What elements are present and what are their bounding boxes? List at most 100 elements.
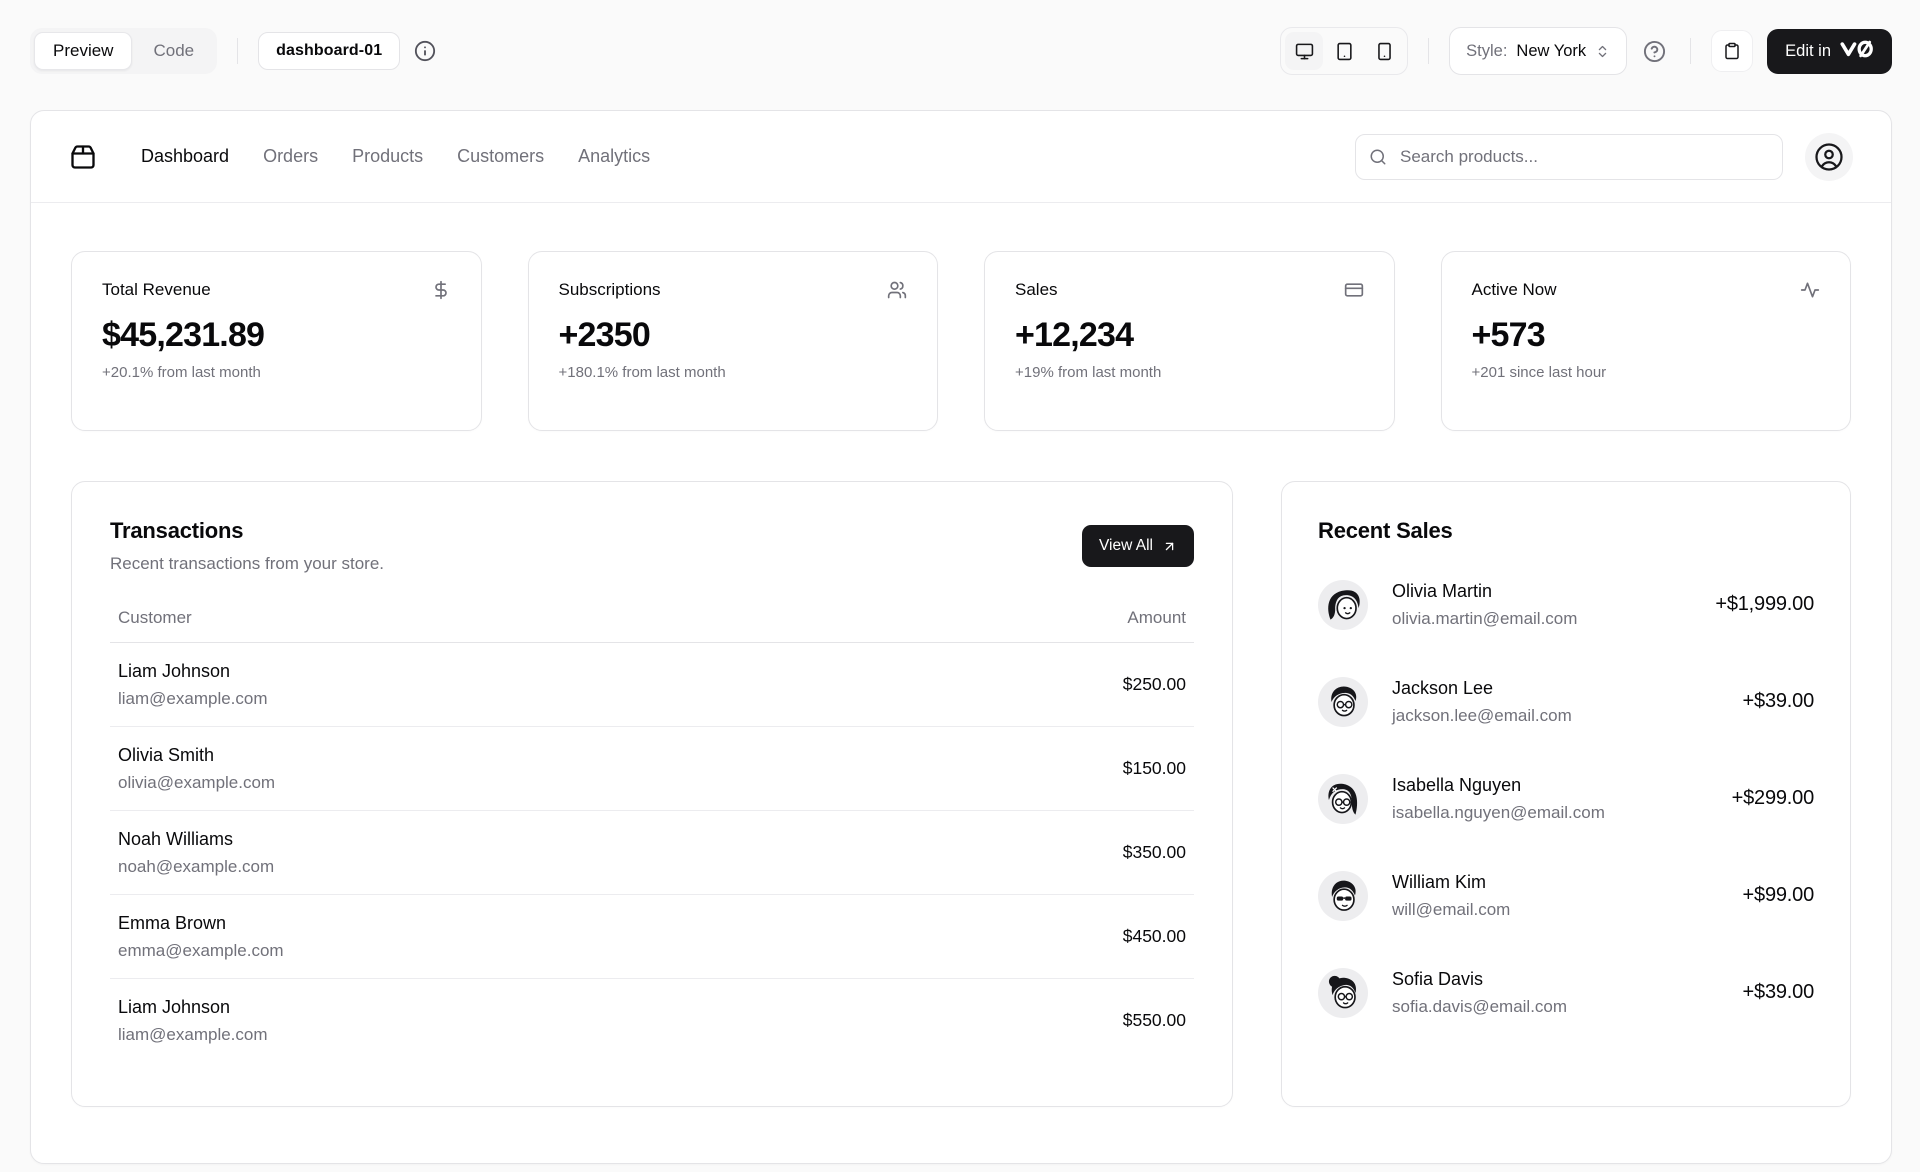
help-circle-icon	[1643, 40, 1666, 63]
users-icon	[887, 280, 907, 300]
list-item: Sofia Davis sofia.davis@email.com +$39.0…	[1318, 966, 1814, 1019]
table-row: Liam Johnson liam@example.com $550.00	[110, 979, 1194, 1063]
stat-value: +573	[1472, 316, 1821, 355]
transaction-amount: $250.00	[865, 643, 1194, 727]
info-button[interactable]	[414, 40, 436, 62]
stat-value: +12,234	[1015, 316, 1364, 355]
tablet-icon	[1335, 42, 1354, 61]
list-item: William Kim will@email.com +$99.00	[1318, 869, 1814, 922]
search-icon	[1369, 148, 1387, 166]
nav-item-products[interactable]: Products	[352, 146, 423, 167]
copy-code-button[interactable]	[1711, 30, 1753, 72]
stat-change: +180.1% from last month	[559, 364, 908, 381]
table-row: Olivia Smith olivia@example.com $150.00	[110, 727, 1194, 811]
stat-change: +201 since last hour	[1472, 364, 1821, 381]
monitor-icon	[1295, 42, 1314, 61]
credit-card-icon	[1344, 280, 1364, 300]
tab-preview[interactable]: Preview	[34, 32, 132, 70]
blocks-preview-page: Preview Code dashboard-01	[0, 0, 1920, 1172]
edit-in-v0-label: Edit in	[1785, 42, 1831, 61]
dollar-sign-icon	[431, 280, 451, 300]
nav-item-analytics[interactable]: Analytics	[578, 146, 650, 167]
recent-sales-title: Recent Sales	[1318, 518, 1814, 544]
style-select[interactable]: Style: New York	[1449, 27, 1627, 75]
stat-card-sales: Sales +12,234 +19% from last month	[984, 251, 1395, 431]
sale-amount: +$39.00	[1743, 690, 1814, 713]
preview-toolbar: Preview Code dashboard-01	[30, 22, 1892, 80]
avatar	[1318, 774, 1368, 824]
stat-change: +19% from last month	[1015, 364, 1364, 381]
customer-name: Olivia Smith	[118, 742, 857, 768]
sale-amount: +$39.00	[1743, 981, 1814, 1004]
stat-card-active-now: Active Now +573 +201 since last hour	[1441, 251, 1852, 431]
nav-item-customers[interactable]: Customers	[457, 146, 544, 167]
view-all-label: View All	[1099, 537, 1153, 555]
table-row: Emma Brown emma@example.com $450.00	[110, 895, 1194, 979]
stat-change: +20.1% from last month	[102, 364, 451, 381]
dashboard-content: Total Revenue $45,231.89 +20.1% from las…	[31, 203, 1891, 1163]
style-select-value: New York	[1516, 42, 1586, 61]
table-row: Liam Johnson liam@example.com $250.00	[110, 643, 1194, 727]
info-icon	[414, 40, 436, 62]
clipboard-icon	[1723, 42, 1741, 60]
sale-customer-name: Jackson Lee	[1392, 675, 1572, 701]
transaction-amount: $550.00	[865, 979, 1194, 1063]
list-item: Jackson Lee jackson.lee@email.com +$39.0…	[1318, 675, 1814, 728]
customer-name: Liam Johnson	[118, 658, 857, 684]
sale-customer-name: Olivia Martin	[1392, 578, 1577, 604]
edit-in-v0-button[interactable]: Edit in	[1767, 29, 1892, 74]
sale-customer-name: Isabella Nguyen	[1392, 772, 1605, 798]
nav-item-dashboard[interactable]: Dashboard	[141, 146, 229, 167]
sale-customer-name: Sofia Davis	[1392, 966, 1567, 992]
package-icon	[69, 143, 97, 171]
sale-customer-email: will@email.com	[1392, 897, 1510, 922]
recent-sales-list: Olivia Martin olivia.martin@email.com +$…	[1318, 578, 1814, 1019]
account-button[interactable]	[1805, 133, 1853, 181]
sale-customer-email: jackson.lee@email.com	[1392, 703, 1572, 728]
help-button[interactable]	[1643, 40, 1666, 63]
stat-title: Total Revenue	[102, 280, 211, 300]
sale-customer-email: sofia.davis@email.com	[1392, 994, 1567, 1019]
block-name-badge: dashboard-01	[258, 32, 400, 70]
stats-row: Total Revenue $45,231.89 +20.1% from las…	[71, 251, 1851, 431]
customer-email: noah@example.com	[118, 854, 857, 879]
stat-value: $45,231.89	[102, 316, 451, 355]
stat-title: Sales	[1015, 280, 1058, 300]
tab-code[interactable]: Code	[134, 32, 213, 70]
device-desktop-button[interactable]	[1285, 32, 1323, 70]
v0-logo-icon	[1840, 40, 1874, 63]
customer-name: Liam Johnson	[118, 994, 857, 1020]
sale-customer-email: isabella.nguyen@email.com	[1392, 800, 1605, 825]
style-select-label: Style:	[1466, 42, 1507, 61]
sale-customer-email: olivia.martin@email.com	[1392, 606, 1577, 631]
transactions-card: Transactions Recent transactions from yo…	[71, 481, 1233, 1107]
nav-item-orders[interactable]: Orders	[263, 146, 318, 167]
main-nav: Dashboard Orders Products Customers Anal…	[141, 146, 650, 167]
transactions-table: Customer Amount Liam Johnson liam@exampl…	[110, 596, 1194, 1062]
table-row: Noah Williams noah@example.com $350.00	[110, 811, 1194, 895]
search-input[interactable]	[1355, 134, 1783, 180]
toolbar-divider	[1428, 38, 1429, 64]
avatar	[1318, 871, 1368, 921]
list-item: Isabella Nguyen isabella.nguyen@email.co…	[1318, 772, 1814, 825]
lower-row: Transactions Recent transactions from yo…	[71, 481, 1851, 1107]
view-all-button[interactable]: View All	[1082, 525, 1194, 567]
device-tablet-button[interactable]	[1325, 32, 1363, 70]
customer-name: Noah Williams	[118, 826, 857, 852]
arrow-up-right-icon	[1162, 539, 1177, 554]
column-header-customer: Customer	[110, 596, 865, 643]
stat-card-total-revenue: Total Revenue $45,231.89 +20.1% from las…	[71, 251, 482, 431]
device-mobile-button[interactable]	[1365, 32, 1403, 70]
search-box	[1355, 134, 1783, 180]
stat-title: Active Now	[1472, 280, 1557, 300]
smartphone-icon	[1375, 42, 1394, 61]
list-item: Olivia Martin olivia.martin@email.com +$…	[1318, 578, 1814, 631]
transactions-title: Transactions	[110, 518, 384, 544]
transaction-amount: $450.00	[865, 895, 1194, 979]
sale-amount: +$1,999.00	[1715, 593, 1814, 616]
transaction-amount: $350.00	[865, 811, 1194, 895]
device-toggle-group	[1280, 27, 1408, 75]
stat-title: Subscriptions	[559, 280, 661, 300]
sale-amount: +$99.00	[1743, 884, 1814, 907]
dashboard-preview-panel: Dashboard Orders Products Customers Anal…	[30, 110, 1892, 1164]
